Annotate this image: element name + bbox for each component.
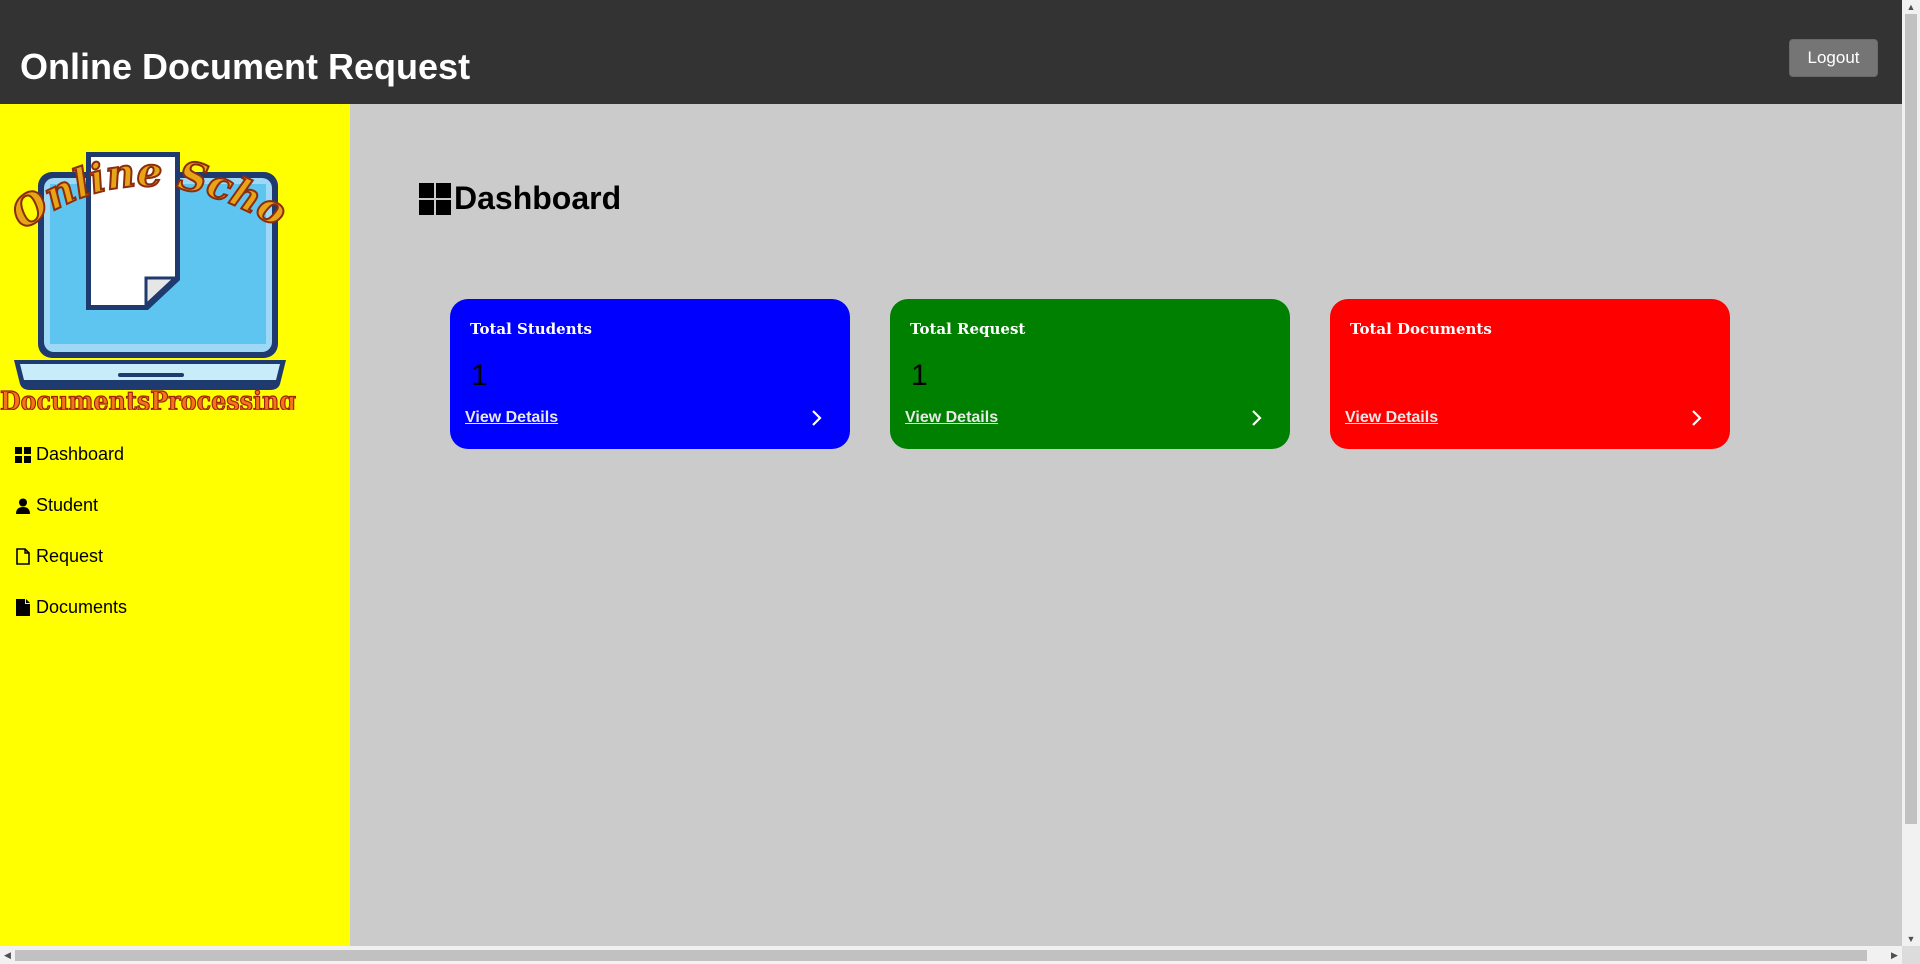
scroll-up-arrow-icon[interactable]: ▲ (1902, 0, 1920, 14)
sidebar-item-request[interactable]: Request (14, 531, 127, 582)
file-icon (14, 599, 32, 617)
sidebar-item-documents[interactable]: Documents (14, 582, 127, 633)
scroll-down-arrow-icon[interactable]: ▼ (1902, 932, 1920, 946)
horizontal-scroll-thumb[interactable] (15, 950, 1867, 961)
card-title: Total Students (470, 320, 592, 338)
sidebar-item-label: Student (36, 495, 99, 515)
school-logo: Online School DocumentsProcessing (0, 82, 300, 418)
sidebar-item-dashboard[interactable]: Dashboard (14, 429, 127, 480)
chevron-right-icon[interactable] (808, 409, 826, 427)
sidebar-item-label: Request (36, 546, 104, 566)
page-title: Dashboard (419, 180, 621, 217)
total-request-card: Total Request 1 View Details (890, 299, 1290, 449)
chevron-right-icon[interactable] (1248, 409, 1266, 427)
sidebar-item-label: Documents (36, 597, 128, 617)
dashboard-grid-icon (419, 182, 451, 215)
view-details-link[interactable]: View Details (1345, 409, 1438, 427)
total-students-card: Total Students 1 View Details (450, 299, 850, 449)
app-title: Online Document Request (20, 46, 471, 87)
user-icon (14, 497, 32, 515)
scroll-left-arrow-icon[interactable]: ◀ (0, 946, 15, 964)
sidebar-item-label: Dashboard (36, 444, 125, 464)
horizontal-scrollbar[interactable]: ◀ ▶ (0, 946, 1902, 964)
file-outline-icon (14, 548, 32, 566)
page-title-text: Dashboard (454, 180, 622, 216)
chevron-right-icon[interactable] (1688, 409, 1706, 427)
vertical-scroll-thumb[interactable] (1905, 14, 1917, 824)
main-content: Dashboard Total Students 1 View Details … (350, 104, 1902, 946)
sidebar-item-student[interactable]: Student (14, 480, 127, 531)
scroll-right-arrow-icon[interactable]: ▶ (1887, 946, 1902, 964)
logo-bottom-text: DocumentsProcessing (0, 387, 296, 410)
view-details-link[interactable]: View Details (905, 409, 998, 427)
card-title: Total Documents (1350, 320, 1492, 338)
sidebar-nav: Dashboard Student Request Documents (14, 429, 127, 633)
vertical-scrollbar[interactable]: ▲ ▼ (1902, 0, 1920, 946)
view-details-link[interactable]: View Details (465, 409, 558, 427)
top-bar: Online Document Request Logout (0, 0, 1902, 104)
sidebar: Online School DocumentsProcessing Dashbo… (0, 82, 350, 946)
scrollbar-corner (1902, 946, 1920, 964)
laptop-document-logo-icon: Online School DocumentsProcessing (0, 82, 297, 418)
card-value: 1 (911, 359, 928, 392)
card-value: 1 (471, 359, 488, 392)
total-documents-card: Total Documents View Details (1330, 299, 1730, 449)
dashboard-grid-icon (14, 446, 32, 464)
logout-button[interactable]: Logout (1789, 39, 1878, 77)
card-title: Total Request (910, 320, 1026, 338)
